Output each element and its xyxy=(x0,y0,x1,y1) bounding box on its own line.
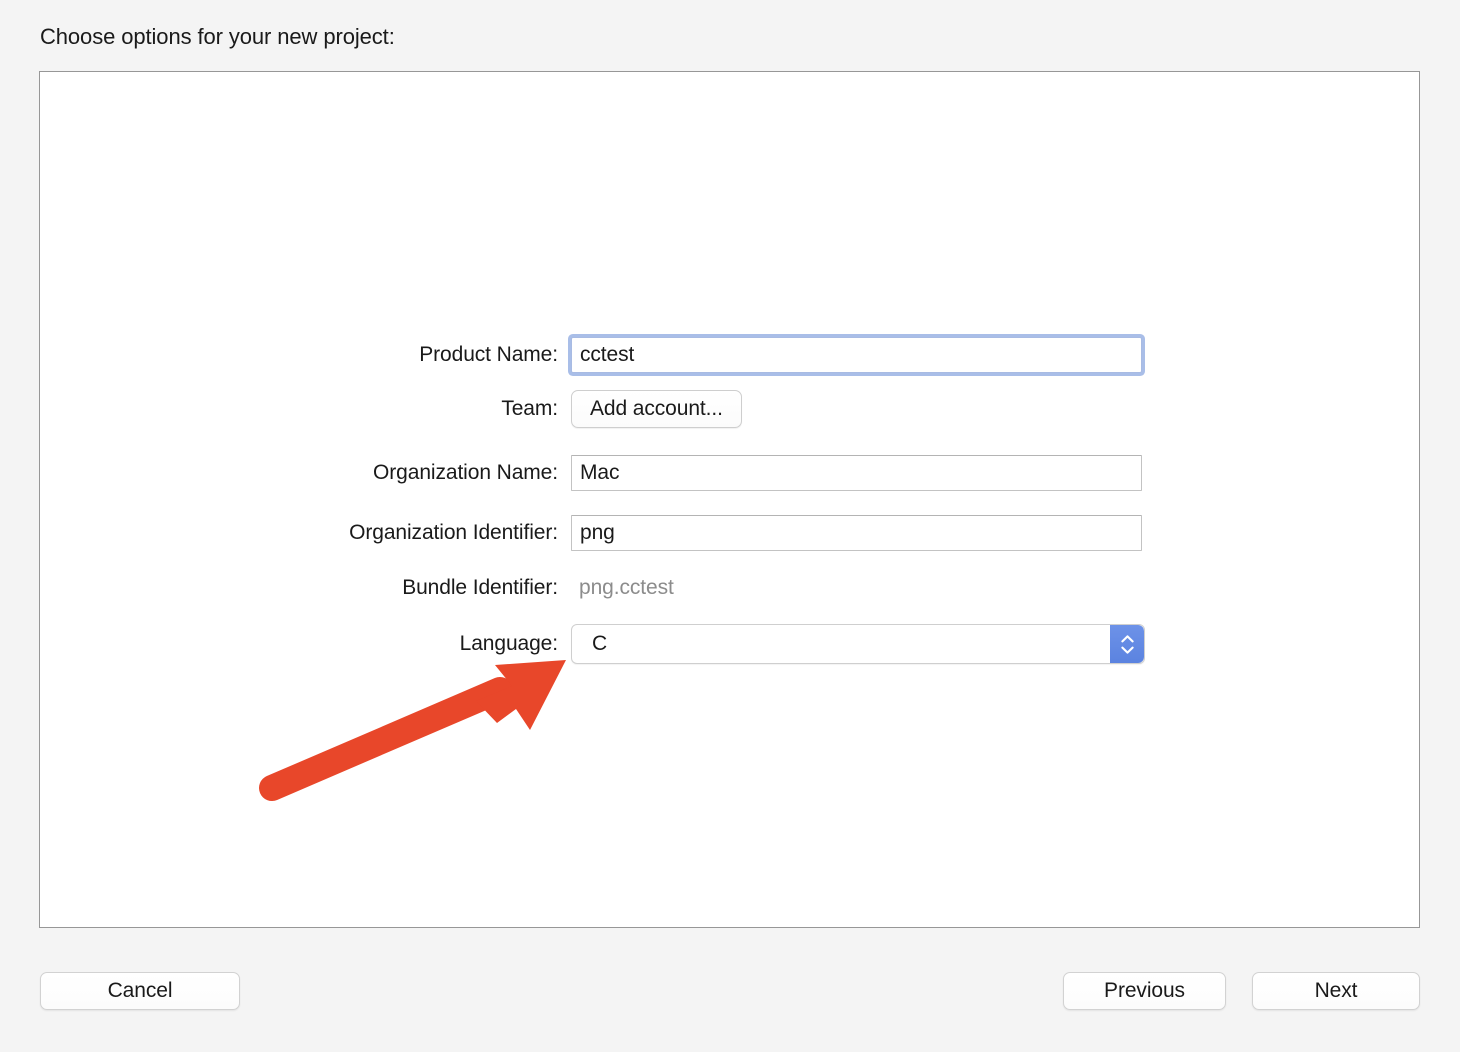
product-name-input[interactable]: cctest xyxy=(571,337,1142,373)
options-panel: Product Name: cctest Team: Add account..… xyxy=(39,71,1420,928)
form-row-product-name: Product Name: cctest xyxy=(40,333,1419,377)
organization-identifier-label: Organization Identifier: xyxy=(349,521,558,544)
form-row-team: Team: Add account... xyxy=(40,387,1419,431)
form-row-organization-name: Organization Name: Mac xyxy=(40,451,1419,495)
language-popup-button[interactable]: C xyxy=(571,624,1145,664)
add-account-button[interactable]: Add account... xyxy=(571,390,742,428)
language-label: Language: xyxy=(459,632,558,655)
organization-name-control: Mac xyxy=(571,455,1142,491)
form-row-language: Language: C xyxy=(40,622,1419,666)
bundle-identifier-value: png.cctest xyxy=(579,576,674,599)
chevron-down-icon xyxy=(1120,646,1134,654)
next-button[interactable]: Next xyxy=(1252,972,1420,1010)
project-options-form: Product Name: cctest Team: Add account..… xyxy=(40,72,1419,927)
organization-identifier-control: png xyxy=(571,515,1142,551)
organization-name-label: Organization Name: xyxy=(373,461,558,484)
language-control: C xyxy=(571,624,1145,664)
form-row-organization-identifier: Organization Identifier: png xyxy=(40,511,1419,555)
language-selected-value: C xyxy=(592,632,608,655)
chevron-updown-icon[interactable] xyxy=(1110,625,1144,663)
page-title: Choose options for your new project: xyxy=(40,24,395,49)
cancel-button[interactable]: Cancel xyxy=(40,972,240,1010)
bundle-identifier-label: Bundle Identifier: xyxy=(402,576,558,599)
team-control: Add account... xyxy=(571,390,742,428)
bundle-identifier-control: png.cctest xyxy=(571,576,674,600)
product-name-label: Product Name: xyxy=(419,343,558,366)
organization-identifier-input[interactable]: png xyxy=(571,515,1142,551)
organization-name-input[interactable]: Mac xyxy=(571,455,1142,491)
form-row-bundle-identifier: Bundle Identifier: png.cctest xyxy=(40,566,1419,610)
chevron-up-icon xyxy=(1120,634,1134,642)
team-label: Team: xyxy=(501,397,558,420)
product-name-control: cctest xyxy=(571,337,1142,373)
previous-button[interactable]: Previous xyxy=(1063,972,1226,1010)
